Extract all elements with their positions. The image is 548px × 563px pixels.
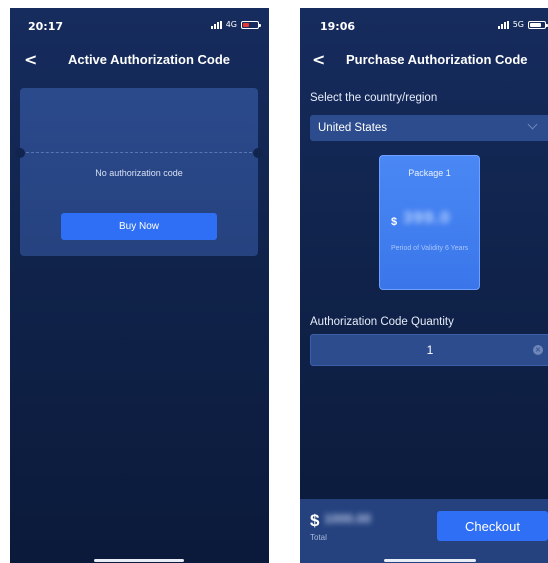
total-label: Total bbox=[310, 533, 327, 542]
page-title: Purchase Authorization Code bbox=[346, 52, 528, 67]
package-card[interactable]: Package 1 $ 399.0 Period of Validity 6 Y… bbox=[379, 155, 480, 290]
total-currency: $ bbox=[310, 511, 320, 530]
home-indicator bbox=[384, 559, 476, 562]
page-title: Active Authorization Code bbox=[68, 52, 231, 67]
package-validity: Period of Validity 6 Years bbox=[391, 245, 469, 252]
region-select[interactable]: United States bbox=[310, 115, 548, 141]
checkout-bar: $ 1000.00 Total Checkout bbox=[300, 499, 548, 563]
active-authorization-screen: 20:17 4G < Active Authorization Code No … bbox=[10, 8, 269, 563]
battery-icon bbox=[241, 20, 261, 29]
network-type: 4G bbox=[225, 20, 237, 29]
status-time: 19:06 bbox=[320, 20, 356, 33]
back-button[interactable]: < bbox=[24, 50, 37, 69]
quantity-input[interactable]: 1 × bbox=[310, 334, 548, 366]
ticket-notch-left bbox=[15, 148, 25, 158]
package-name: Package 1 bbox=[408, 168, 451, 178]
region-selected-value: United States bbox=[318, 122, 388, 134]
home-indicator bbox=[94, 559, 184, 562]
total-amount: 1000.00 bbox=[324, 511, 371, 526]
quantity-label: Authorization Code Quantity bbox=[310, 316, 454, 328]
authorization-ticket-card: No authorization code Buy Now bbox=[15, 88, 263, 256]
region-label: Select the country/region bbox=[310, 92, 438, 104]
network-type: 5G bbox=[512, 20, 524, 29]
battery-icon bbox=[528, 20, 548, 29]
clear-icon[interactable]: × bbox=[533, 345, 543, 355]
package-price: 399.0 bbox=[403, 208, 451, 227]
signal-icon bbox=[497, 20, 509, 29]
chevron-down-icon bbox=[527, 119, 538, 130]
quantity-value: 1 bbox=[426, 343, 434, 357]
checkout-button[interactable]: Checkout bbox=[437, 511, 548, 541]
status-indicators: 5G bbox=[497, 20, 548, 29]
buy-now-button[interactable]: Buy Now bbox=[61, 213, 217, 240]
ticket-divider bbox=[26, 152, 252, 153]
status-time: 20:17 bbox=[28, 20, 64, 33]
back-button[interactable]: < bbox=[312, 50, 325, 69]
package-currency: $ bbox=[391, 216, 398, 228]
empty-state-message: No authorization code bbox=[95, 168, 183, 178]
ticket-notch-right bbox=[253, 148, 263, 158]
purchase-authorization-screen: 19:06 5G < Purchase Authorization Code S… bbox=[300, 8, 548, 563]
signal-icon bbox=[210, 20, 222, 29]
status-indicators: 4G bbox=[210, 20, 261, 29]
